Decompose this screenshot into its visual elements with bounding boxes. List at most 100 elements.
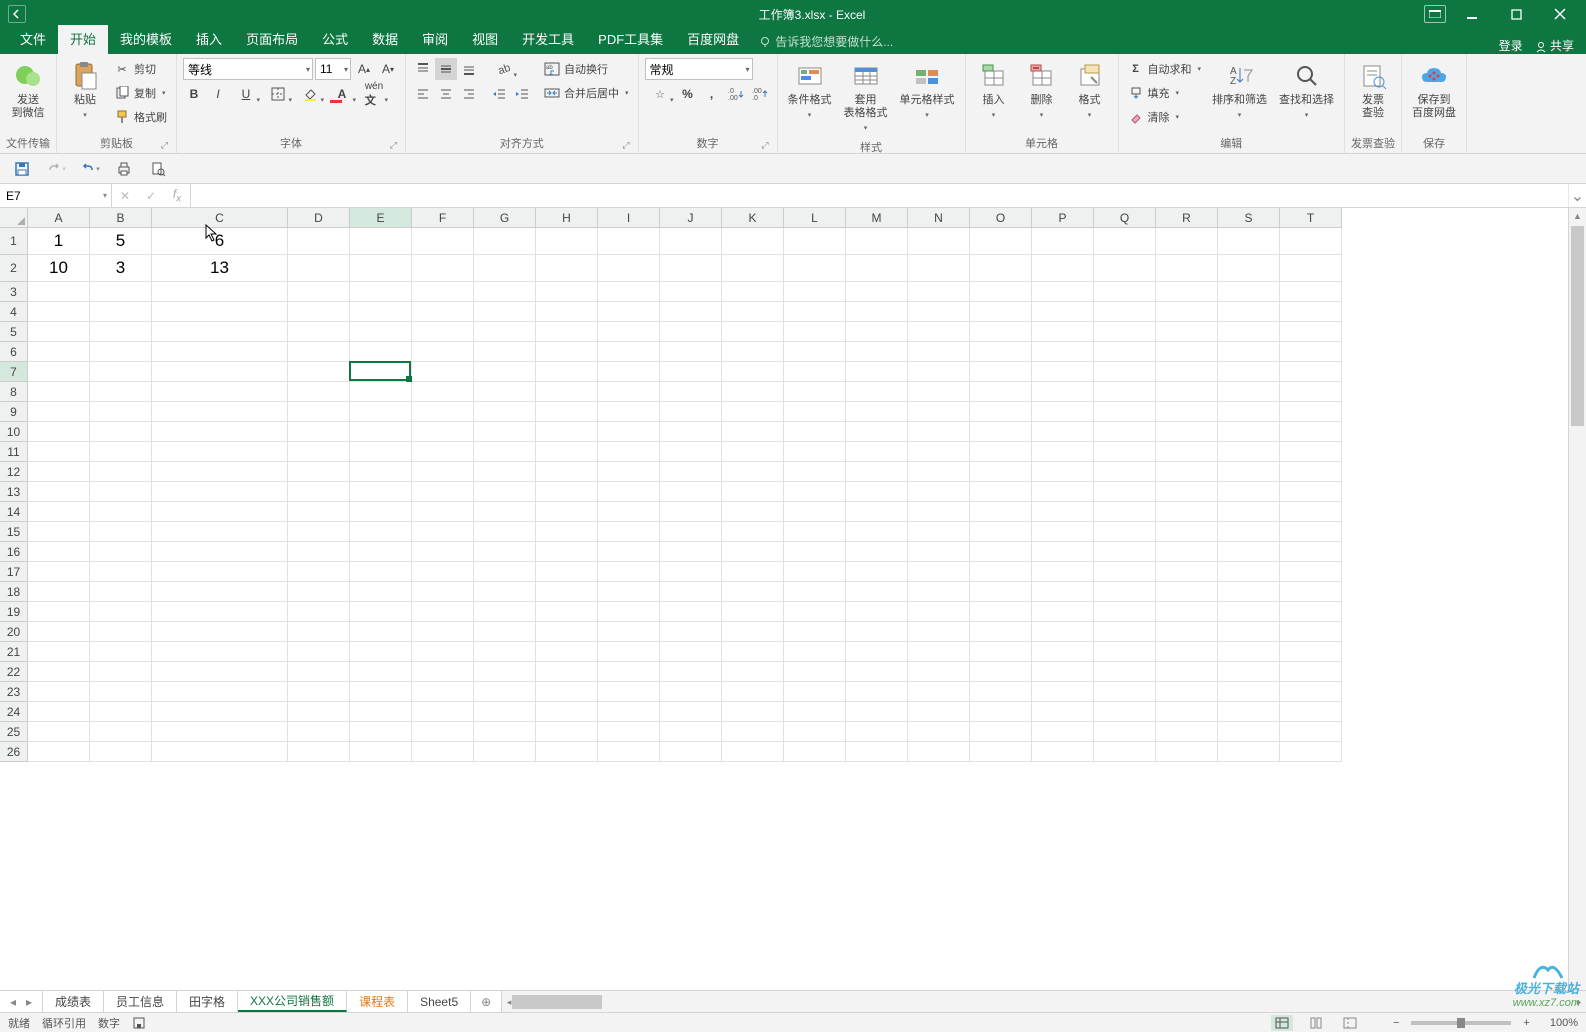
row-header[interactable]: 7: [0, 362, 28, 382]
cell[interactable]: [1094, 522, 1156, 542]
cell[interactable]: [908, 562, 970, 582]
font-size-combo[interactable]: 11▾: [315, 58, 351, 80]
cell[interactable]: [784, 542, 846, 562]
row-header[interactable]: 9: [0, 402, 28, 422]
cell[interactable]: [660, 422, 722, 442]
cell[interactable]: [474, 322, 536, 342]
cell[interactable]: [1218, 382, 1280, 402]
cell[interactable]: [350, 742, 412, 762]
column-header[interactable]: G: [474, 208, 536, 228]
cell[interactable]: [474, 662, 536, 682]
format-painter-button[interactable]: 格式刷: [111, 106, 170, 128]
cell[interactable]: [1032, 742, 1094, 762]
cell[interactable]: [1280, 302, 1342, 322]
cell[interactable]: [1032, 442, 1094, 462]
cell[interactable]: [1032, 682, 1094, 702]
cell[interactable]: [152, 302, 288, 322]
cell[interactable]: [598, 322, 660, 342]
cell[interactable]: [1156, 482, 1218, 502]
cells-area[interactable]: 15610313: [28, 228, 1342, 762]
cell[interactable]: [1280, 522, 1342, 542]
tab-data[interactable]: 数据: [360, 25, 410, 54]
cell[interactable]: [288, 255, 350, 282]
cell[interactable]: [412, 682, 474, 702]
cell[interactable]: [598, 622, 660, 642]
cell[interactable]: [970, 362, 1032, 382]
cell[interactable]: [970, 582, 1032, 602]
cell[interactable]: [722, 282, 784, 302]
cell[interactable]: [1156, 522, 1218, 542]
cell[interactable]: [152, 522, 288, 542]
cell[interactable]: [1094, 228, 1156, 255]
cell[interactable]: [784, 522, 846, 542]
row-header[interactable]: 11: [0, 442, 28, 462]
send-to-wechat-button[interactable]: 发送到微信: [6, 58, 50, 122]
cell[interactable]: [1280, 228, 1342, 255]
cell[interactable]: [1218, 682, 1280, 702]
cell[interactable]: [660, 622, 722, 642]
cell[interactable]: [90, 522, 152, 542]
cell[interactable]: [784, 622, 846, 642]
cell[interactable]: [1218, 228, 1280, 255]
cell[interactable]: [152, 622, 288, 642]
cell[interactable]: [908, 282, 970, 302]
cell[interactable]: [412, 582, 474, 602]
cell[interactable]: [908, 682, 970, 702]
cell[interactable]: [970, 442, 1032, 462]
cell[interactable]: [28, 542, 90, 562]
minimize-button[interactable]: [1454, 0, 1490, 28]
cell[interactable]: [1094, 255, 1156, 282]
cell[interactable]: [152, 422, 288, 442]
name-box[interactable]: E7▾: [0, 184, 112, 207]
insert-function-button[interactable]: fx: [168, 187, 186, 204]
cell[interactable]: [660, 442, 722, 462]
cell[interactable]: [660, 502, 722, 522]
cell[interactable]: [1094, 682, 1156, 702]
cell[interactable]: [784, 482, 846, 502]
cell[interactable]: [1032, 342, 1094, 362]
cell[interactable]: [598, 742, 660, 762]
print-button[interactable]: [114, 159, 134, 179]
cell[interactable]: [908, 362, 970, 382]
cell[interactable]: [846, 442, 908, 462]
cell[interactable]: [90, 482, 152, 502]
cell[interactable]: [1032, 282, 1094, 302]
tab-page-layout[interactable]: 页面布局: [234, 25, 310, 54]
row-header[interactable]: 18: [0, 582, 28, 602]
cell[interactable]: [1218, 622, 1280, 642]
row-header[interactable]: 17: [0, 562, 28, 582]
cell[interactable]: [1280, 542, 1342, 562]
cell[interactable]: [412, 422, 474, 442]
cell[interactable]: [412, 402, 474, 422]
cell[interactable]: [722, 542, 784, 562]
cell[interactable]: [152, 362, 288, 382]
cell[interactable]: [598, 542, 660, 562]
cell[interactable]: [350, 342, 412, 362]
cell[interactable]: [846, 662, 908, 682]
cell[interactable]: [1032, 642, 1094, 662]
cell[interactable]: [784, 422, 846, 442]
normal-view-button[interactable]: [1271, 1015, 1293, 1031]
cell[interactable]: [152, 722, 288, 742]
cell[interactable]: [1218, 662, 1280, 682]
cell[interactable]: [598, 255, 660, 282]
close-button[interactable]: [1542, 0, 1578, 28]
cell[interactable]: [722, 562, 784, 582]
cell[interactable]: 6: [152, 228, 288, 255]
cell[interactable]: [846, 602, 908, 622]
cell[interactable]: [1218, 302, 1280, 322]
cell[interactable]: [536, 402, 598, 422]
cell[interactable]: [722, 682, 784, 702]
cell[interactable]: [474, 722, 536, 742]
cell[interactable]: [846, 682, 908, 702]
cell[interactable]: [412, 382, 474, 402]
cell[interactable]: [536, 255, 598, 282]
cell[interactable]: [1032, 702, 1094, 722]
tab-templates[interactable]: 我的模板: [108, 25, 184, 54]
cell[interactable]: [412, 482, 474, 502]
cell[interactable]: [288, 702, 350, 722]
cell[interactable]: [1032, 302, 1094, 322]
cell[interactable]: [1218, 502, 1280, 522]
cell[interactable]: [660, 562, 722, 582]
cell[interactable]: [412, 562, 474, 582]
